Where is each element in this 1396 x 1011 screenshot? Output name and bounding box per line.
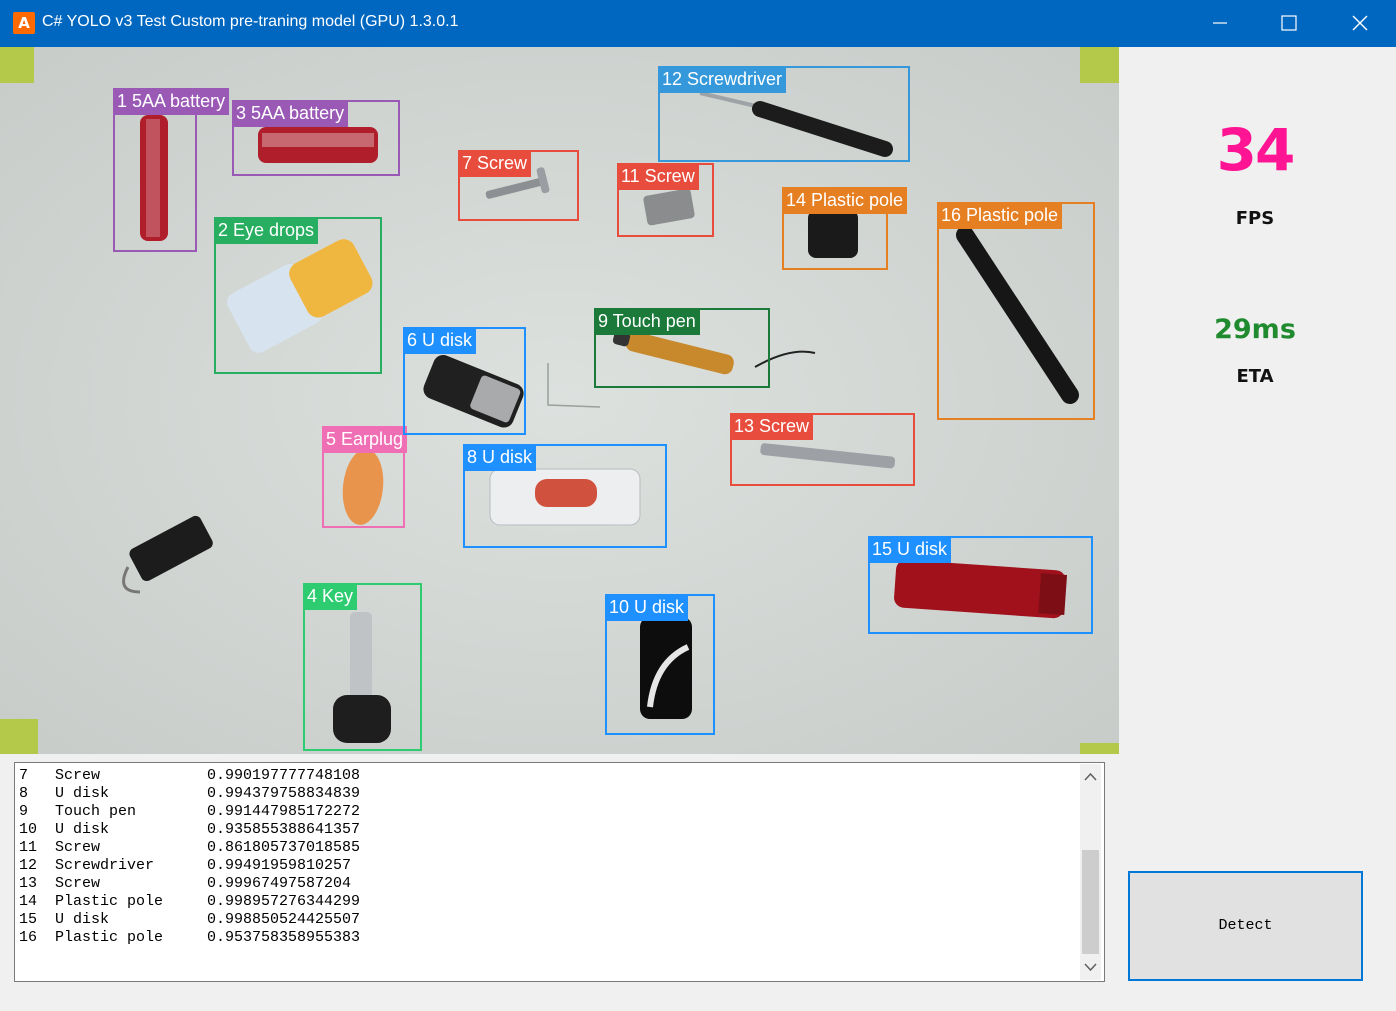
result-score: 0.99491959810257 [207,857,352,874]
result-name: Screw [55,767,101,784]
close-button[interactable] [1337,0,1383,47]
detection-box: 10 U disk [605,594,715,735]
detection-box: 16 Plastic pole [937,202,1095,420]
scroll-up-button[interactable] [1080,764,1101,790]
detection-label: 11 Screw [617,163,699,190]
detection-box: 13 Screw [730,413,915,486]
result-id: 12 [19,857,38,874]
detection-box: 14 Plastic pole [782,187,908,270]
detection-box: 3 5AA battery [232,100,400,176]
results-list: 7 Screw 0.990197777748108 8 U disk 0.9943797… [19,767,360,947]
result-score: 0.998850524425507 [207,911,361,928]
result-id: 16 [19,929,38,946]
result-name: Screw [55,839,101,856]
maximize-icon [1281,15,1297,31]
detection-label: 8 U disk [463,444,537,471]
detection-box: 2 Eye drops [214,217,382,374]
result-row: 15 U disk 0.998850524425507 [19,911,360,929]
scroll-down-button[interactable] [1080,954,1101,980]
result-score: 0.953758358955383 [207,929,361,946]
close-icon [1352,15,1368,31]
result-name: U disk [55,911,110,928]
fps-value: 34 [1216,116,1296,184]
result-score: 0.990197777748108 [207,767,361,784]
result-name: U disk [55,785,110,802]
result-score: 0.991447985172272 [207,803,361,820]
result-row: 13 Screw 0.99967497587204 [19,875,360,893]
result-name: U disk [55,821,110,838]
title-bar[interactable]: A C# YOLO v3 Test Custom pre-traning mod… [0,0,1396,47]
detection-label: 1 5AA battery [113,88,230,115]
result-name: Touch pen [55,803,137,820]
detection-label: 7 Screw [458,150,532,177]
result-name: Screw [55,875,101,892]
result-row: 8 U disk 0.994379758834839 [19,785,360,803]
eta-label: ETA [1236,366,1274,387]
result-score: 0.994379758834839 [207,785,361,802]
result-score: 0.998957276344299 [207,893,361,910]
detection-label: 16 Plastic pole [937,202,1063,229]
detection-label: 5 Earplug [322,426,408,453]
result-name: Plastic pole [55,893,164,910]
app-icon: A [13,12,35,34]
detection-box: 8 U disk [463,444,667,548]
result-row: 7 Screw 0.990197777748108 [19,767,360,785]
detection-box: 5 Earplug [322,426,408,528]
result-row: 10 U disk 0.935855388641357 [19,821,360,839]
result-id: 14 [19,893,38,910]
detection-box: 4 Key [303,583,422,751]
eta-value: 29ms [1214,314,1296,345]
result-row: 16 Plastic pole 0.953758358955383 [19,929,360,947]
result-id: 15 [19,911,38,928]
detection-box: 6 U disk [403,327,526,435]
result-row: 14 Plastic pole 0.998957276344299 [19,893,360,911]
camera-view: 1 5AA battery 2 Eye drops 3 5AA battery … [0,47,1119,754]
detection-label: 12 Screwdriver [658,66,787,93]
detection-label: 13 Screw [730,413,814,440]
stats-panel [1119,47,1396,1011]
vertical-scrollbar[interactable] [1080,764,1101,980]
detection-label: 14 Plastic pole [782,187,908,214]
detect-button[interactable]: Detect [1128,871,1363,981]
result-id: 8 [19,785,29,802]
result-row: 12 Screwdriver 0.99491959810257 [19,857,360,875]
maximize-button[interactable] [1266,0,1312,47]
fps-label: FPS [1235,208,1275,229]
window-title: C# YOLO v3 Test Custom pre-traning model… [42,13,459,30]
result-row: 11 Screw 0.861805737018585 [19,839,360,857]
detection-box: 1 5AA battery [113,88,230,252]
scroll-thumb[interactable] [1082,850,1099,954]
result-id: 13 [19,875,38,892]
result-name: Plastic pole [55,929,164,946]
detection-label: 6 U disk [403,327,477,354]
chevron-up-icon [1084,772,1097,781]
detection-box: 9 Touch pen [594,308,770,388]
detection-box: 12 Screwdriver [658,66,910,162]
detection-label: 9 Touch pen [594,308,700,335]
detection-box: 15 U disk [868,536,1093,634]
result-name: Screwdriver [55,857,155,874]
result-row: 9 Touch pen 0.991447985172272 [19,803,360,821]
detection-label: 3 5AA battery [232,100,349,127]
detection-box: 11 Screw [617,163,714,237]
result-score: 0.99967497587204 [207,875,352,892]
results-textbox[interactable]: 7 Screw 0.990197777748108 8 U disk 0.9943797… [14,762,1105,982]
result-score: 0.861805737018585 [207,839,361,856]
result-id: 7 [19,767,29,784]
result-score: 0.935855388641357 [207,821,361,838]
minimize-button[interactable] [1197,0,1243,47]
detection-label: 10 U disk [605,594,689,621]
result-id: 11 [19,839,38,856]
detection-label: 2 Eye drops [214,217,319,244]
detection-label: 4 Key [303,583,358,610]
chevron-down-icon [1084,963,1097,972]
result-id: 9 [19,803,29,820]
detection-label: 15 U disk [868,536,952,563]
minimize-icon [1213,22,1227,24]
detection-box: 7 Screw [458,150,579,221]
result-id: 10 [19,821,38,838]
